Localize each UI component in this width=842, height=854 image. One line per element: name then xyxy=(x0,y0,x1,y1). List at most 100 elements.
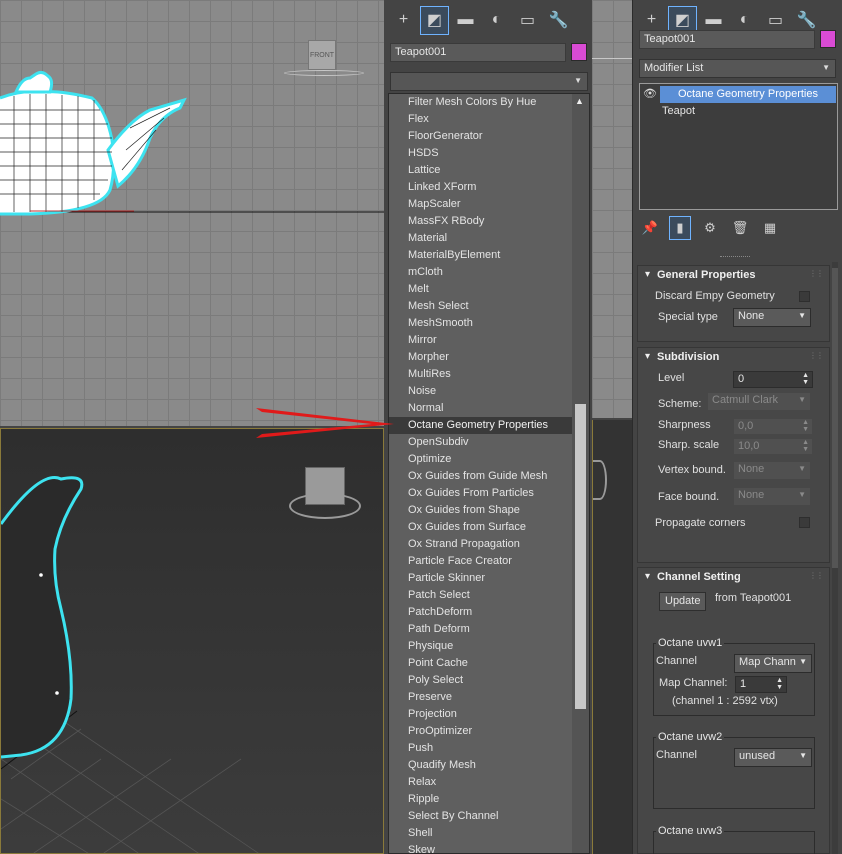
command-panel-scrollbar[interactable] xyxy=(832,262,838,854)
modifier-list-item[interactable]: Ripple xyxy=(389,791,589,808)
update-button[interactable]: Update xyxy=(659,592,707,611)
modifier-list-item[interactable]: MeshSmooth xyxy=(389,315,589,332)
remove-modifier-button[interactable]: 🗑 xyxy=(730,217,750,239)
show-end-result-button[interactable]: ▮ xyxy=(669,216,691,240)
channel-setting-header[interactable]: Channel Setting xyxy=(638,568,829,586)
modifier-list-item[interactable]: Octane Geometry Properties xyxy=(389,417,589,434)
modifier-list-item[interactable]: MultiRes xyxy=(389,366,589,383)
modifier-list-item[interactable]: Noise xyxy=(389,383,589,400)
modifier-list-item[interactable]: OpenSubdiv xyxy=(389,434,589,451)
spinner-arrows-icon[interactable]: ▲ ▼ xyxy=(802,439,809,453)
modifier-list-item[interactable]: Flex xyxy=(389,111,589,128)
create-tab[interactable]: + xyxy=(390,7,417,34)
viewcube-front[interactable]: FRONT xyxy=(284,40,364,80)
modifier-list-item[interactable]: Particle Face Creator xyxy=(389,553,589,570)
modifier-list-item[interactable]: Physique xyxy=(389,638,589,655)
spinner-arrows-icon[interactable]: ▲ ▼ xyxy=(802,372,809,386)
modifier-list-item[interactable]: Preserve xyxy=(389,689,589,706)
modifier-list-item[interactable]: mCloth xyxy=(389,264,589,281)
modifier-stack[interactable]: 👁 Octane Geometry Properties Teapot xyxy=(639,83,838,210)
modifier-list-item[interactable]: Relax xyxy=(389,774,589,791)
object-name-field[interactable]: Teapot001 xyxy=(639,30,815,49)
level-spinner[interactable]: 0 ▲ ▼ xyxy=(733,371,813,388)
modifier-list-item[interactable]: Ox Guides From Particles xyxy=(389,485,589,502)
display-tab[interactable]: ▭ xyxy=(514,7,541,34)
general-properties-header[interactable]: General Properties xyxy=(638,266,829,284)
modifier-list-item[interactable]: Path Deform xyxy=(389,621,589,638)
utilities-tab[interactable]: 🔧 xyxy=(545,7,572,34)
sharp-scale-spinner[interactable]: 10,0 ▲ ▼ xyxy=(733,438,813,455)
modifier-list-item[interactable]: Patch Select xyxy=(389,587,589,604)
hierarchy-tab[interactable]: ▬ xyxy=(452,7,479,34)
motion-tab[interactable]: ◐ xyxy=(483,7,510,34)
modifier-list-item[interactable]: Morpher xyxy=(389,349,589,366)
vertex-bound-select[interactable]: None ▼ xyxy=(733,461,811,480)
spinner-arrows-icon[interactable]: ▲ ▼ xyxy=(776,677,783,691)
modify-tab[interactable]: ◩ xyxy=(420,5,449,35)
viewcube-perspective[interactable] xyxy=(289,463,361,523)
side-viewport-top[interactable] xyxy=(592,0,632,418)
modifier-list-item[interactable]: PatchDeform xyxy=(389,604,589,621)
configure-sets-button[interactable]: ▦ xyxy=(760,217,780,239)
object-color-swatch-left[interactable] xyxy=(571,43,587,61)
front-viewport[interactable]: FRONT xyxy=(0,0,384,426)
modifier-list-item[interactable]: Ox Guides from Guide Mesh xyxy=(389,468,589,485)
modifier-list-item[interactable]: MaterialByElement xyxy=(389,247,589,264)
modifier-list-item[interactable]: MassFX RBody xyxy=(389,213,589,230)
discard-checkbox[interactable] xyxy=(799,291,810,302)
make-unique-button[interactable]: ⚙ xyxy=(700,217,720,239)
modifier-list-item[interactable]: Particle Skinner xyxy=(389,570,589,587)
modifier-list-item[interactable]: Point Cache xyxy=(389,655,589,672)
modifier-list-item[interactable]: Ox Guides from Surface xyxy=(389,519,589,536)
modifier-list-dropdown-left[interactable]: ▼ xyxy=(390,72,588,91)
modifier-list-item[interactable]: Poly Select xyxy=(389,672,589,689)
modifier-list-dropdown[interactable]: Modifier List ▼ xyxy=(639,59,836,78)
object-name-field-left[interactable]: Teapot001 xyxy=(390,43,566,62)
modifier-list-item[interactable]: Optimize xyxy=(389,451,589,468)
modifier-list-item[interactable]: Push xyxy=(389,740,589,757)
modifier-list-item[interactable]: FloorGenerator xyxy=(389,128,589,145)
face-bound-select[interactable]: None ▼ xyxy=(733,487,811,506)
sharpness-spinner[interactable]: 0,0 ▲ ▼ xyxy=(733,418,813,435)
perspective-viewport[interactable] xyxy=(0,428,384,854)
modifier-list-item[interactable]: Mirror xyxy=(389,332,589,349)
modifier-list-item[interactable]: Select By Channel xyxy=(389,808,589,825)
modifier-list-item[interactable]: Linked XForm xyxy=(389,179,589,196)
stack-item-teapot[interactable]: Teapot xyxy=(640,103,837,120)
eye-icon[interactable]: 👁 xyxy=(643,86,657,103)
modifier-list-item[interactable]: ProOptimizer xyxy=(389,723,589,740)
scroll-up-icon[interactable]: ▲ xyxy=(575,96,584,106)
modifier-list-item[interactable]: Normal xyxy=(389,400,589,417)
object-color-swatch[interactable] xyxy=(820,30,836,48)
modifier-list-item[interactable]: Ox Guides from Shape xyxy=(389,502,589,519)
special-type-select[interactable]: None ▼ xyxy=(733,308,811,327)
scheme-select[interactable]: Catmull Clark ▼ xyxy=(707,392,811,411)
pin-stack-button[interactable]: 📌 xyxy=(640,217,660,239)
spinner-arrows-icon[interactable]: ▲ ▼ xyxy=(802,419,809,433)
modifier-list-item[interactable]: Skew xyxy=(389,842,589,853)
stack-item-octane[interactable]: 👁 Octane Geometry Properties xyxy=(643,86,836,103)
uvw1-map-channel-spinner[interactable]: 1 ▲ ▼ xyxy=(735,676,787,693)
grip-icon[interactable]: ⋮⋮ xyxy=(809,351,824,360)
modifier-list-item[interactable]: Ox Strand Propagation xyxy=(389,536,589,553)
modifier-list-popup[interactable]: Filter Mesh Colors By Hue Flex FloorGenera… xyxy=(388,93,590,854)
side-viewport-bottom[interactable] xyxy=(592,420,632,854)
modifier-list-item[interactable]: Quadify Mesh xyxy=(389,757,589,774)
modifier-list-item[interactable]: Filter Mesh Colors By Hue xyxy=(389,94,589,111)
grip-icon[interactable]: ⋮⋮ xyxy=(809,269,824,278)
modifier-list-item[interactable]: Lattice xyxy=(389,162,589,179)
modifier-list-item[interactable]: HSDS xyxy=(389,145,589,162)
propagate-checkbox[interactable] xyxy=(799,517,810,528)
panel-divider[interactable] xyxy=(720,256,750,258)
scroll-thumb[interactable] xyxy=(575,404,586,709)
modifier-list-scrollbar[interactable]: ▲ xyxy=(572,94,589,853)
modifier-list-item[interactable]: Melt xyxy=(389,281,589,298)
scroll-thumb[interactable] xyxy=(832,268,838,568)
modifier-list-item[interactable]: Shell xyxy=(389,825,589,842)
modifier-list-item[interactable]: MapScaler xyxy=(389,196,589,213)
subdivision-header[interactable]: Subdivision xyxy=(638,348,829,366)
modifier-list-item[interactable]: Projection xyxy=(389,706,589,723)
modifier-list-item[interactable]: Material xyxy=(389,230,589,247)
uvw1-channel-select[interactable]: Map Chann ▼ xyxy=(734,654,812,673)
grip-icon[interactable]: ⋮⋮ xyxy=(809,571,824,580)
